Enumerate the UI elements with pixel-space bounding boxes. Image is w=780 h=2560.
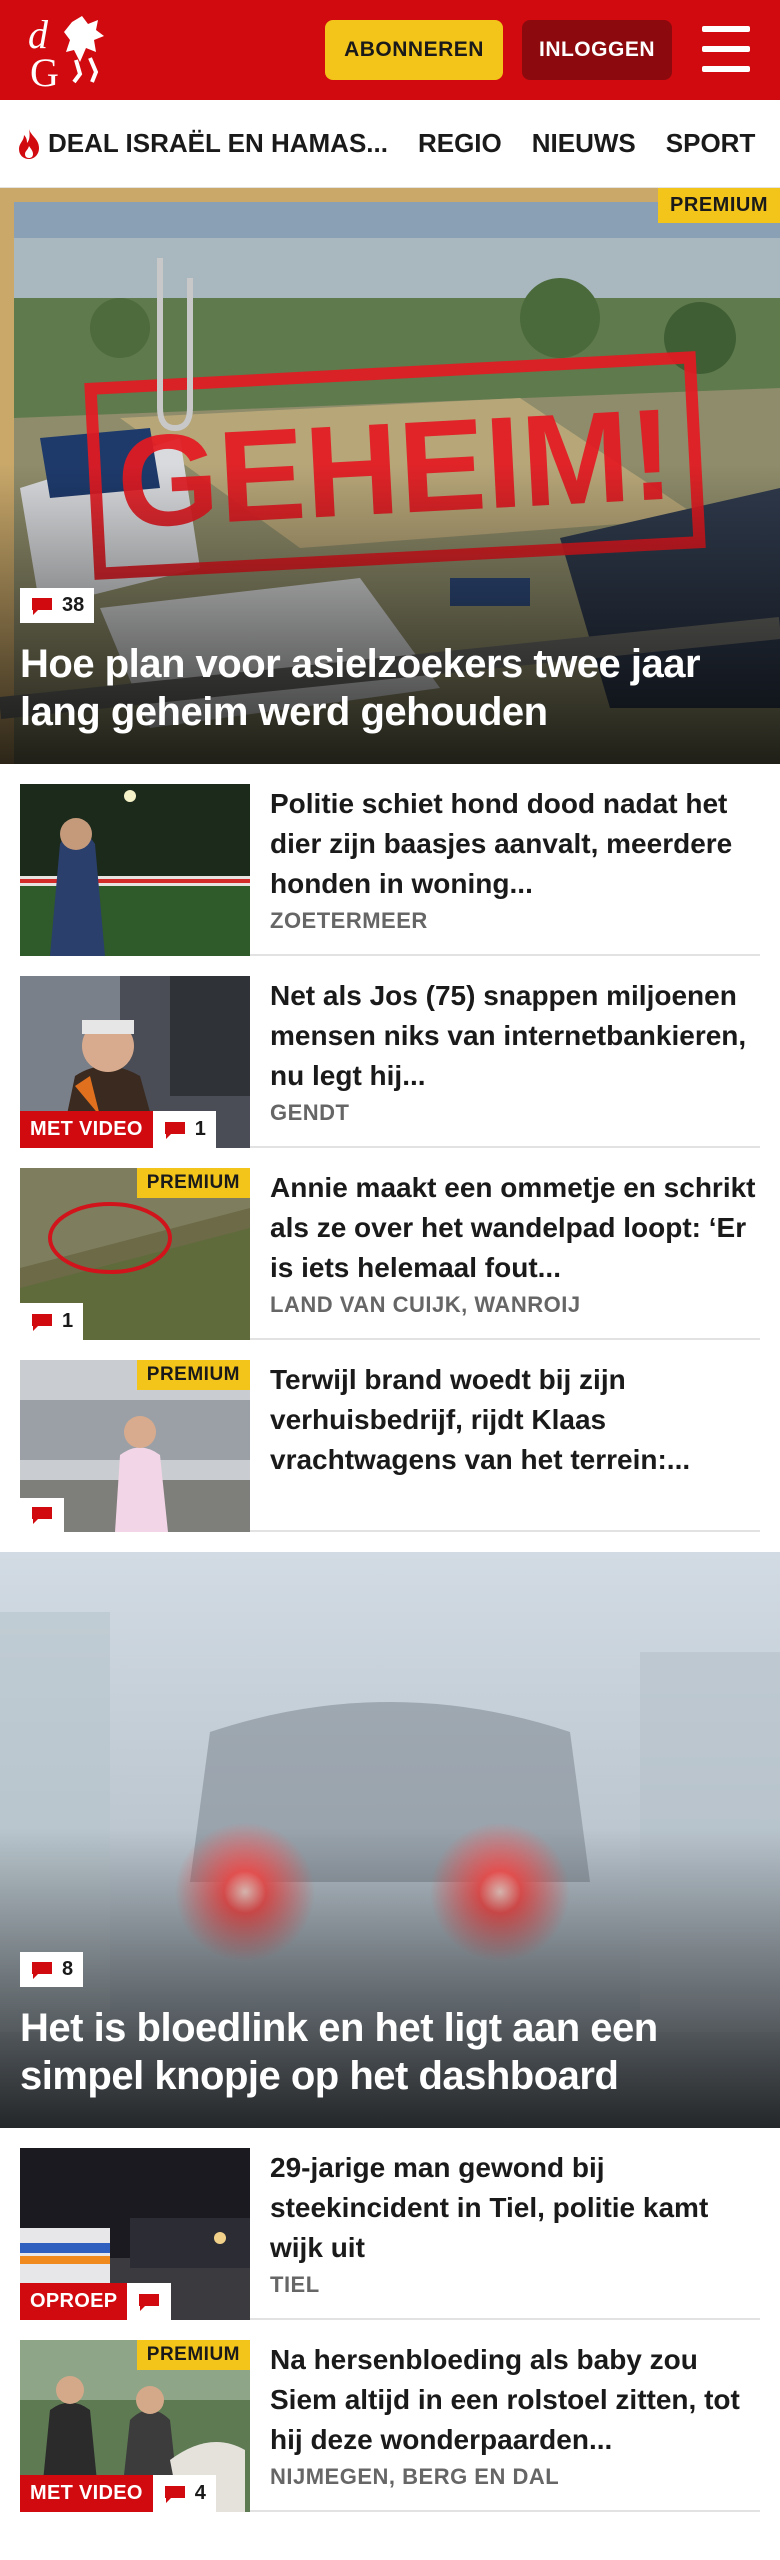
- video-badge: MET VIDEO: [20, 2475, 153, 2512]
- menu-icon-bar: [702, 46, 750, 52]
- article-thumbnail[interactable]: PREMIUM 1: [20, 1168, 250, 1340]
- menu-icon-bar: [702, 26, 750, 32]
- article-location: NIJMEGEN, BERG EN DAL: [270, 2464, 560, 2489]
- comment-count: 1: [194, 1118, 206, 1140]
- comment-count-badge[interactable]: 1: [20, 1303, 84, 1340]
- article-title[interactable]: Politie schiet hond dood nadat het dier …: [270, 784, 760, 904]
- nav-item-nieuws[interactable]: NIEUWS: [532, 128, 636, 159]
- comment-count-badge[interactable]: 1: [152, 1111, 216, 1148]
- thumbnail-badges: MET VIDEO 1: [20, 1111, 216, 1148]
- thumbnail-badges: MET VIDEO 4: [20, 2475, 216, 2512]
- nav-item-label: DEAL ISRAËL EN HAMAS...: [48, 128, 388, 158]
- list-item[interactable]: PREMIUM Terwijl brand woedt bij zijn ver…: [20, 1340, 760, 1532]
- comment-count-badge[interactable]: 4: [152, 2475, 216, 2512]
- hero-article-2[interactable]: 8 Het is bloedlink en het ligt aan een s…: [0, 1552, 780, 2128]
- comment-icon: [32, 1313, 52, 1331]
- menu-icon[interactable]: [702, 26, 750, 72]
- nav-item-sport[interactable]: SPORT: [666, 128, 756, 159]
- subscribe-button[interactable]: ABONNEREN: [325, 20, 503, 80]
- comment-count-badge[interactable]: [20, 1498, 64, 1532]
- list-item[interactable]: Politie schiet hond dood nadat het dier …: [20, 764, 760, 956]
- nav-item-regio[interactable]: REGIO: [418, 128, 502, 159]
- premium-badge: PREMIUM: [136, 1168, 250, 1198]
- article-thumbnail[interactable]: PREMIUM MET VIDEO 4: [20, 2340, 250, 2512]
- comment-icon: [164, 2485, 185, 2503]
- list-item[interactable]: OPROEP 29-jarige man gewond bij steekinc…: [20, 2128, 760, 2320]
- article-location: TIEL: [270, 2272, 320, 2297]
- comment-count: 1: [62, 1310, 74, 1332]
- article-text: Terwijl brand woedt bij zijn verhuisbedr…: [250, 1360, 760, 1530]
- dg-logo[interactable]: d G: [24, 10, 120, 95]
- comment-count-badge[interactable]: 8: [20, 1952, 84, 1987]
- article-thumbnail[interactable]: PREMIUM: [20, 1360, 250, 1532]
- hero-title[interactable]: Het is bloedlink en het ligt aan een sim…: [20, 2004, 750, 2100]
- thumbnail-badges: OPROEP: [20, 2283, 172, 2320]
- comment-count: 4: [194, 2482, 206, 2504]
- premium-badge: PREMIUM: [658, 188, 780, 223]
- nav-item-deal-israel[interactable]: DEAL ISRAËL EN HAMAS...: [16, 128, 388, 160]
- article-thumbnail[interactable]: [20, 784, 250, 956]
- video-badge: MET VIDEO: [20, 1111, 153, 1148]
- article-thumbnail[interactable]: MET VIDEO 1: [20, 976, 250, 1148]
- list-item[interactable]: MET VIDEO 1 Net als Jos (75) snappen mil…: [20, 956, 760, 1148]
- article-location: GENDT: [270, 1100, 350, 1125]
- thumbnail-image: [20, 784, 250, 956]
- article-text: Annie maakt een ommetje en schrikt als z…: [250, 1168, 760, 1338]
- svg-text:G: G: [30, 50, 59, 90]
- comment-count-badge[interactable]: 38: [20, 588, 95, 623]
- comment-icon: [32, 1961, 52, 1979]
- premium-badge: PREMIUM: [136, 1360, 250, 1390]
- oproep-badge: OPROEP: [20, 2283, 128, 2320]
- article-text: Na hersenbloeding als baby zou Siem alti…: [250, 2340, 760, 2510]
- section-nav: DEAL ISRAËL EN HAMAS... REGIO NIEUWS SPO…: [0, 100, 780, 188]
- premium-badge: PREMIUM: [136, 2340, 250, 2370]
- article-location: ZOETERMEER: [270, 908, 428, 933]
- comment-count: 8: [62, 1958, 74, 1980]
- article-list: Politie schiet hond dood nadat het dier …: [0, 764, 780, 1532]
- article-title[interactable]: Annie maakt een ommetje en schrikt als z…: [270, 1168, 760, 1288]
- menu-icon-bar: [702, 66, 750, 72]
- hero-title[interactable]: Hoe plan voor asielzoekers twee jaar lan…: [20, 640, 750, 736]
- login-button[interactable]: INLOGGEN: [522, 20, 672, 80]
- hero-article[interactable]: GEHEIM! PREMIUM 38 Hoe plan voor asielzo…: [0, 188, 780, 764]
- list-item[interactable]: PREMIUM MET VIDEO 4 Na hersenbloeding al…: [20, 2320, 760, 2512]
- article-text: 29-jarige man gewond bij steekincident i…: [250, 2148, 760, 2318]
- dg-logo-icon: d G: [28, 12, 104, 95]
- flame-icon: [19, 128, 39, 159]
- article-text: Politie schiet hond dood nadat het dier …: [250, 784, 760, 954]
- article-title[interactable]: 29-jarige man gewond bij steekincident i…: [270, 2148, 760, 2268]
- comment-count: 38: [62, 594, 85, 616]
- article-title[interactable]: Net als Jos (75) snappen miljoenen mense…: [270, 976, 760, 1096]
- list-item[interactable]: PREMIUM 1 Annie maakt een ommetje en sch…: [20, 1148, 760, 1340]
- article-list-2: OPROEP 29-jarige man gewond bij steekinc…: [0, 2128, 780, 2512]
- comment-icon: [32, 597, 52, 615]
- comment-icon: [164, 1121, 185, 1139]
- article-title[interactable]: Terwijl brand woedt bij zijn verhuisbedr…: [270, 1360, 760, 1480]
- thumbnail-badges: 1: [20, 1303, 84, 1340]
- comment-icon: [139, 2293, 160, 2311]
- article-location: LAND VAN CUIJK, WANROIJ: [270, 1292, 581, 1317]
- comment-icon: [32, 1507, 52, 1524]
- article-text: Net als Jos (75) snappen miljoenen mense…: [250, 976, 760, 1146]
- site-header: d G ABONNEREN INLOGGEN: [0, 0, 780, 100]
- article-thumbnail[interactable]: OPROEP: [20, 2148, 250, 2320]
- comment-count-badge[interactable]: [127, 2283, 172, 2320]
- article-title[interactable]: Na hersenbloeding als baby zou Siem alti…: [270, 2340, 760, 2460]
- thumbnail-badges: [20, 1498, 64, 1532]
